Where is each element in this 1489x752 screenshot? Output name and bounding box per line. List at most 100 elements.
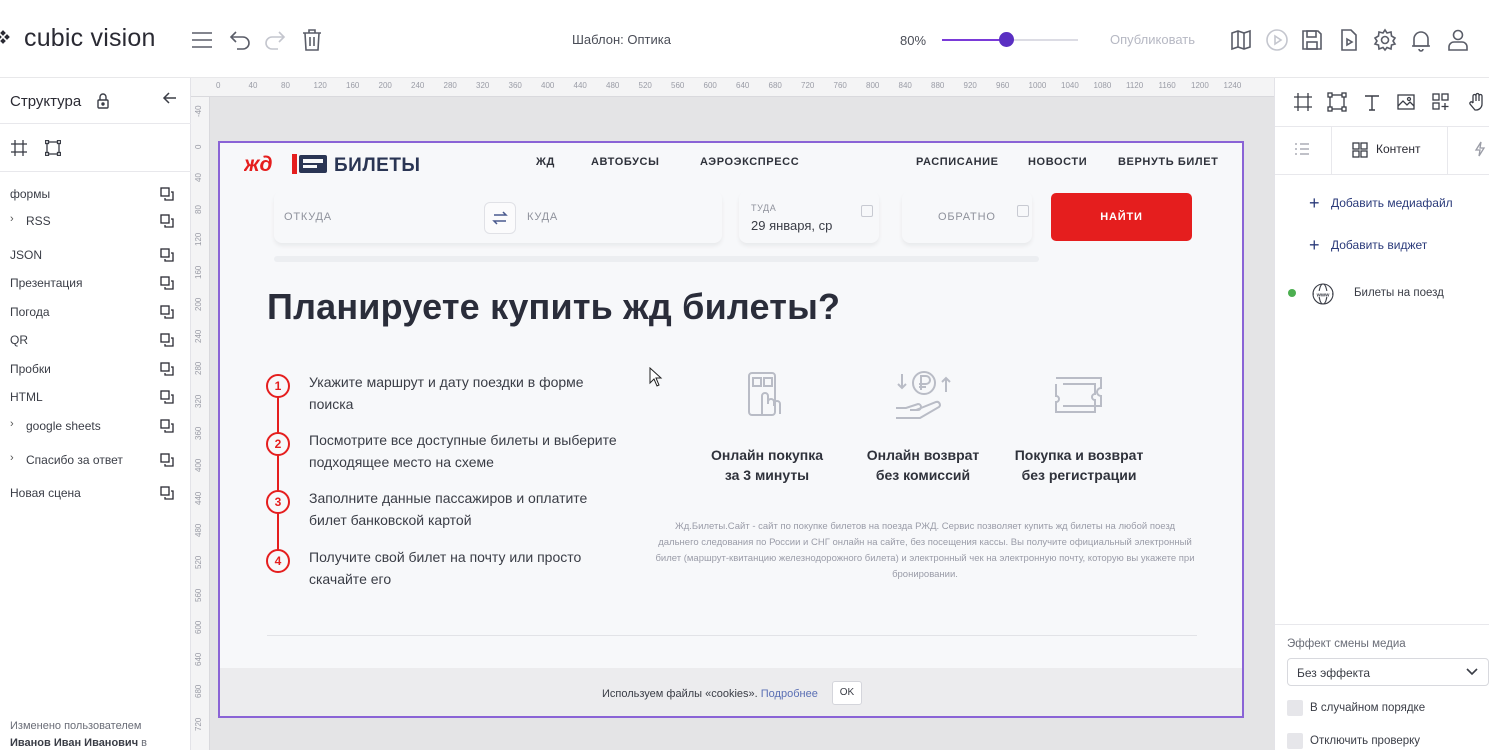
zoom-slider[interactable]: [942, 32, 1078, 47]
notifications-bell-icon[interactable]: [1409, 28, 1433, 52]
nav-aeroexpress[interactable]: АЭРОЭКСПРЕСС: [700, 156, 799, 168]
disable-check-checkbox[interactable]: [1287, 733, 1303, 749]
tree-item[interactable]: › google sheets: [0, 416, 190, 438]
zoom-slider-handle[interactable]: [998, 32, 1014, 47]
duplicate-icon[interactable]: [160, 248, 174, 262]
swap-direction-button[interactable]: [484, 202, 516, 234]
tree-item[interactable]: HTML: [0, 387, 190, 409]
ruler-tick-label: 1200: [1191, 81, 1209, 90]
effect-label: Эффект смены медиа: [1287, 638, 1406, 650]
ruler-tick-label: 520: [638, 81, 652, 90]
date-value[interactable]: 29 января, ср: [751, 218, 832, 233]
list-tab-icon[interactable]: [1294, 141, 1310, 157]
duplicate-icon[interactable]: [160, 187, 174, 201]
effect-select[interactable]: Без эффекта: [1287, 658, 1489, 686]
cubic-vision-logo-icon: [0, 30, 12, 48]
calendar-icon[interactable]: [861, 205, 873, 217]
undo-icon[interactable]: [228, 28, 252, 52]
nav-return-ticket[interactable]: ВЕРНУТЬ БИЛЕТ: [1118, 156, 1218, 168]
trash-icon[interactable]: [300, 28, 324, 52]
ruler-tick-label: -40: [194, 105, 203, 117]
zhd-bilety-logo[interactable]: жд БИЛЕТЫ: [244, 151, 444, 177]
duplicate-icon[interactable]: [160, 486, 174, 500]
duplicate-icon[interactable]: [160, 214, 174, 228]
publish-button[interactable]: Опубликовать: [1110, 32, 1195, 47]
tree-item[interactable]: QR: [0, 330, 190, 352]
tree-item[interactable]: › Спасибо за ответ: [0, 450, 190, 472]
widget-list-item[interactable]: www Билеты на поезд: [1287, 282, 1487, 306]
collapse-panel-arrow-icon[interactable]: [162, 90, 178, 106]
rectangle-tool-icon[interactable]: [45, 140, 61, 156]
tree-item-label: Новая сцена: [10, 486, 81, 500]
nav-news[interactable]: НОВОСТИ: [1028, 156, 1087, 168]
site-description: Жд.Билеты.Сайт - сайт по покупке билетов…: [655, 521, 1195, 580]
frame-tool-icon[interactable]: [11, 140, 27, 156]
menu-icon[interactable]: [190, 28, 214, 52]
ruler-tick-label: 600: [194, 620, 203, 634]
tree-item-label: QR: [10, 333, 28, 347]
changed-by-info: Изменено пользователем Иванов Иван Ивано…: [10, 718, 147, 752]
tree-item[interactable]: формы: [0, 184, 190, 206]
user-profile-icon[interactable]: [1446, 28, 1470, 52]
tree-item[interactable]: Погода: [0, 302, 190, 324]
duplicate-icon[interactable]: [160, 453, 174, 467]
date-field[interactable]: [739, 191, 879, 243]
structure-panel: Структура формы › RSS JSON Презентация Погода…: [0, 78, 191, 750]
hand-pan-icon[interactable]: [1467, 92, 1487, 112]
lock-icon[interactable]: [96, 93, 110, 109]
tree-item[interactable]: Пробки: [0, 359, 190, 381]
widgets-tool-icon[interactable]: [1431, 92, 1451, 112]
tree-item[interactable]: Новая сцена: [0, 483, 190, 505]
return-input[interactable]: ОБРАТНО: [938, 211, 996, 223]
calendar-icon[interactable]: [1017, 205, 1029, 217]
chevron-right-icon[interactable]: ›: [10, 418, 14, 430]
tree-item[interactable]: › RSS: [0, 211, 190, 233]
duplicate-icon[interactable]: [160, 419, 174, 433]
chevron-right-icon[interactable]: ›: [10, 213, 14, 225]
duplicate-icon[interactable]: [160, 333, 174, 347]
text-tool-icon[interactable]: [1362, 92, 1382, 112]
nav-buses[interactable]: АВТОБУСЫ: [591, 156, 659, 168]
from-input[interactable]: ОТКУДА: [284, 211, 332, 223]
map-icon[interactable]: [1229, 28, 1253, 52]
redo-icon[interactable]: [263, 28, 287, 52]
export-file-icon[interactable]: [1337, 28, 1361, 52]
play-icon[interactable]: [1265, 28, 1289, 52]
to-input[interactable]: КУДА: [527, 211, 558, 223]
www-globe-icon: www: [1311, 282, 1335, 306]
chevron-right-icon[interactable]: ›: [10, 452, 14, 464]
ruler-tick-label: 720: [801, 81, 815, 90]
nav-zhd[interactable]: ЖД: [536, 156, 555, 168]
random-order-checkbox[interactable]: [1287, 700, 1303, 716]
cookie-more-link[interactable]: Подробнее: [761, 688, 818, 700]
tab-content[interactable]: Контент: [1331, 127, 1448, 174]
rectangle-tool-icon[interactable]: [1327, 92, 1347, 112]
nav-schedule[interactable]: РАСПИСАНИЕ: [916, 156, 999, 168]
steps-connector: [277, 386, 279, 561]
tree-item[interactable]: JSON: [0, 245, 190, 267]
duplicate-icon[interactable]: [160, 390, 174, 404]
save-icon[interactable]: [1300, 28, 1324, 52]
ruler-tick-label: 1120: [1126, 81, 1144, 90]
lightning-tab-icon[interactable]: [1474, 141, 1486, 157]
editor-canvas[interactable]: 0 40 80 120 160 200 240 280 320 360 400 440 480 520 56…: [191, 78, 1274, 750]
add-media-label: Добавить медиафайл: [1331, 196, 1453, 210]
image-tool-icon[interactable]: [1396, 92, 1416, 112]
app-brand: cubic vision: [24, 24, 156, 52]
duplicate-icon[interactable]: [160, 305, 174, 319]
ruler-tick-label: 920: [963, 81, 977, 90]
ruler-tick-label: 520: [194, 555, 203, 570]
frame-tool-icon[interactable]: [1293, 92, 1313, 112]
tree-item[interactable]: Презентация: [0, 273, 190, 295]
brand-jd-text: жд: [244, 153, 272, 176]
duplicate-icon[interactable]: [160, 276, 174, 290]
scene-frame[interactable]: жд БИЛЕТЫ ЖД АВТОБУСЫ АЭРОЭКСПРЕСС РАСПИ…: [218, 141, 1244, 718]
return-field[interactable]: ОБРАТНО: [902, 191, 1032, 243]
settings-gear-icon[interactable]: [1373, 28, 1397, 52]
plus-icon: +: [1309, 193, 1320, 213]
duplicate-icon[interactable]: [160, 362, 174, 376]
find-button[interactable]: НАЙТИ: [1051, 193, 1192, 241]
phone-touch-icon: [742, 370, 792, 420]
add-widget-label: Добавить виджет: [1331, 238, 1428, 252]
cookie-ok-button[interactable]: OK: [832, 681, 862, 705]
